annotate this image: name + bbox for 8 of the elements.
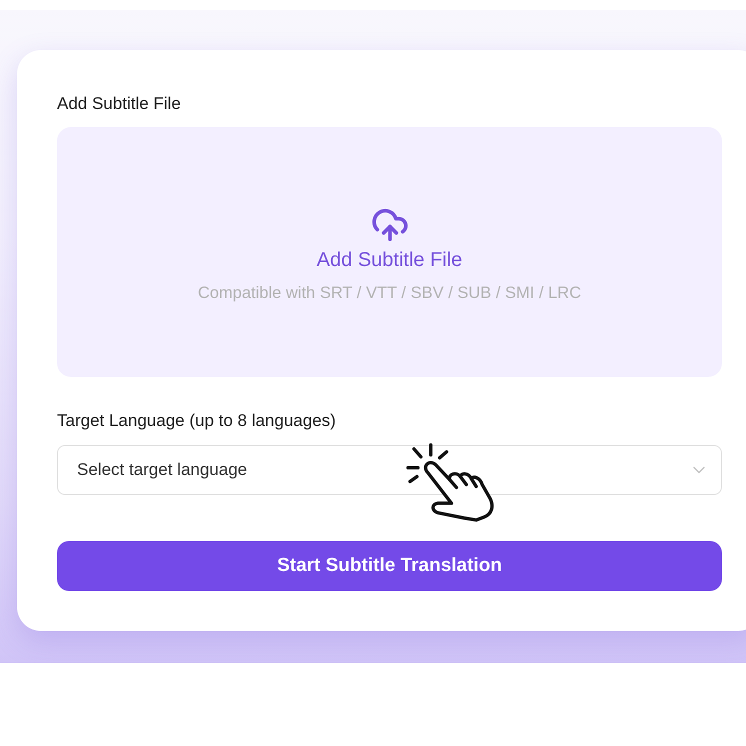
section-label: Target Language (up to 8 languages) [57, 410, 337, 432]
language-select[interactable]: Select target language [57, 445, 722, 495]
drop-zone-title: Add Subtitle File [316, 248, 462, 272]
supported-formats-text: Compatible with SRT / VTT / SBV / SUB / SMI / LRC [198, 282, 582, 304]
file-drop-zone[interactable]: Add Subtitle File Compatible with SRT / VTT / SBV / SUB / SMI / LRC [57, 127, 722, 377]
section-label: Add Subtitle File [57, 93, 182, 115]
hand-pointer-icon [406, 443, 496, 522]
start-translation-button[interactable]: Start Subtitle Translation [57, 541, 722, 591]
